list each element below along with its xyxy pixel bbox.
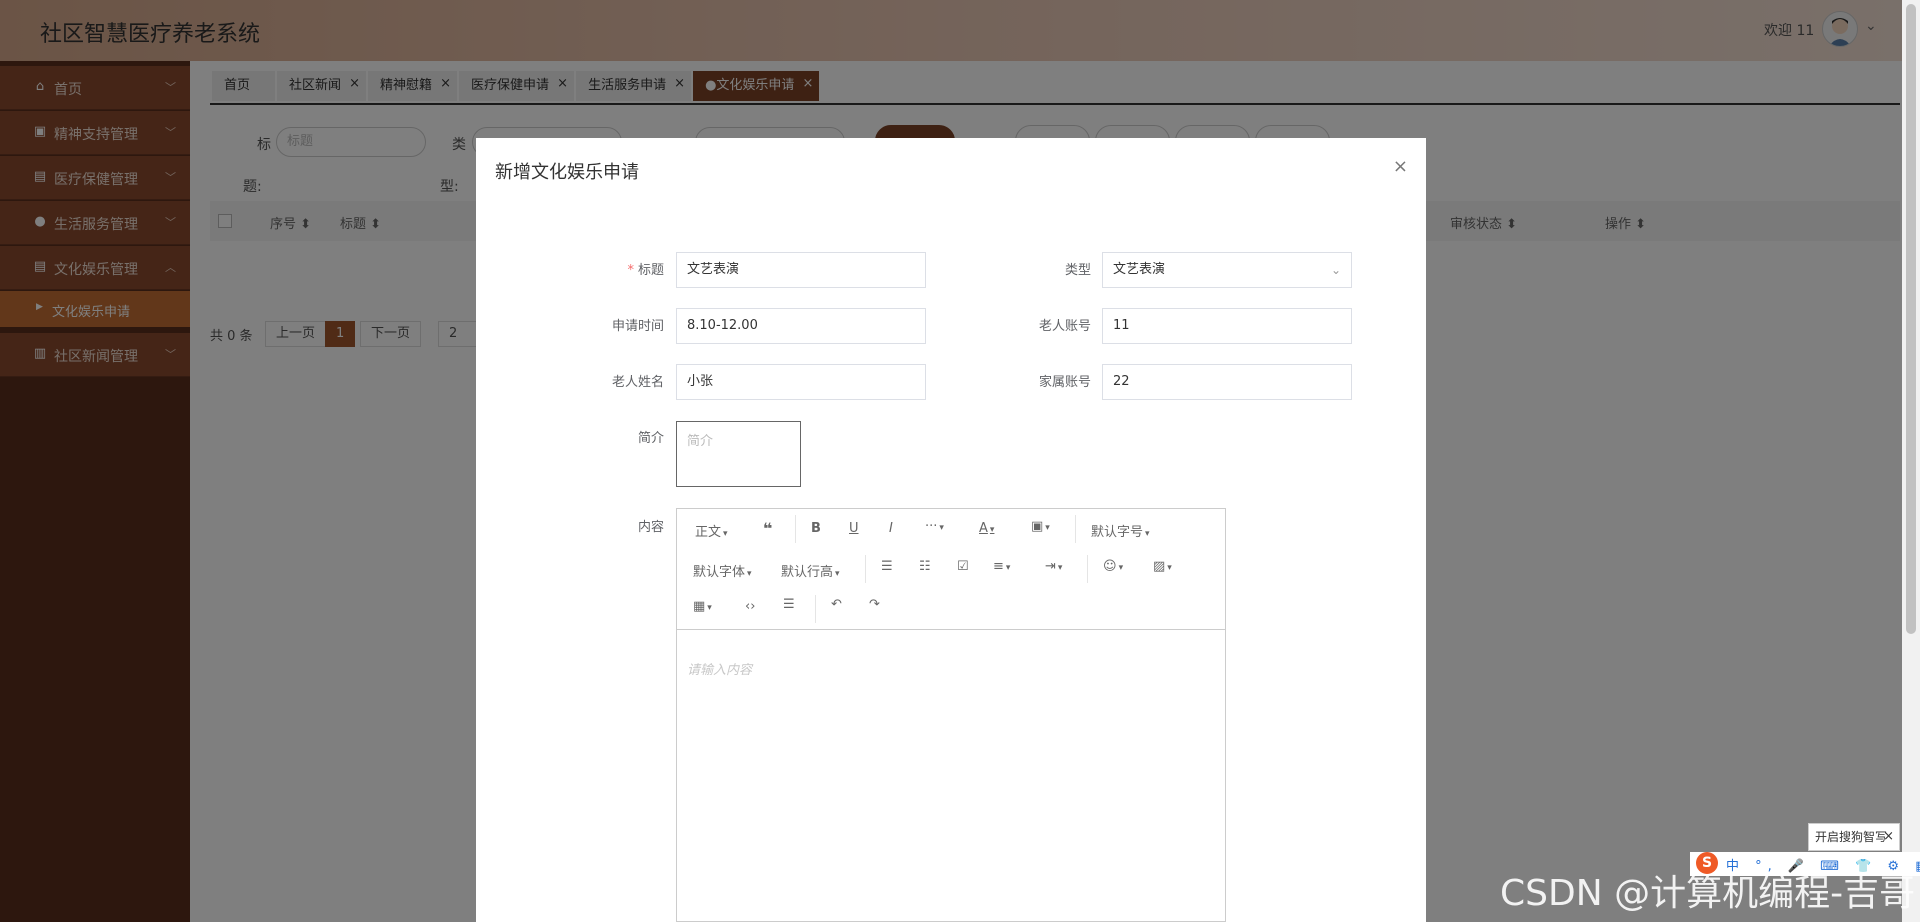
quote-icon[interactable]: ❝ <box>763 519 772 538</box>
content-field-label: 内容 <box>637 520 664 535</box>
type-field-label: 类型 <box>1064 263 1091 278</box>
italic-icon[interactable]: I <box>889 521 893 536</box>
image-icon[interactable]: ▨ ▾ <box>1153 559 1172 574</box>
family-account-label: 家属账号 <box>1038 375 1091 390</box>
toolbar-divider <box>815 595 816 623</box>
bullet-list-icon[interactable]: ☰ <box>881 559 893 574</box>
font-size-label: 默认字号 <box>1091 525 1144 540</box>
ime-tooltip[interactable]: 开启搜狗智写 × <box>1808 823 1900 851</box>
scrollbar[interactable] <box>1902 0 1920 922</box>
toolbar-divider <box>1087 555 1088 583</box>
rich-text-editor[interactable]: 正文 ▾ ❝ B U I ··· ▾ A ▾ ▣ ▾ 默认字号 ▾ 默认字体 ▾ 默认行高 ▾… <box>676 508 1226 922</box>
elder-account-value: 11 <box>1113 318 1130 333</box>
paragraph-label: 正文 <box>695 525 722 540</box>
line-height-dropdown[interactable]: 默认行高 ▾ <box>781 561 840 580</box>
table-icon[interactable]: ▦ ▾ <box>693 599 712 614</box>
bold-icon[interactable]: B <box>811 521 821 536</box>
font-family-label: 默认字体 <box>693 565 746 580</box>
caret-down-icon: ▾ <box>1145 529 1150 539</box>
close-icon[interactable]: × <box>1393 156 1408 177</box>
scrollbar-thumb[interactable] <box>1906 4 1916 634</box>
family-account-input[interactable]: 22 <box>1102 364 1352 400</box>
font-size-dropdown[interactable]: 默认字号 ▾ <box>1091 521 1150 540</box>
toolbar-divider <box>865 555 866 583</box>
align-icon[interactable]: ≡ ▾ <box>993 559 1010 574</box>
time-field-label: 申请时间 <box>611 319 664 334</box>
divider-line-icon[interactable]: ☰ <box>783 597 795 612</box>
ime-tip-text: 开启搜狗智写 <box>1815 830 1888 844</box>
intro-field-label: 简介 <box>637 431 664 446</box>
toolbar-divider <box>795 515 796 543</box>
required-mark: * <box>627 263 634 278</box>
editor-toolbar: 正文 ▾ ❝ B U I ··· ▾ A ▾ ▣ ▾ 默认字号 ▾ 默认字体 ▾ 默认行高 ▾… <box>677 509 1225 630</box>
intro-placeholder: 简介 <box>687 434 714 449</box>
time-input[interactable]: 8.10-12.00 <box>676 308 926 344</box>
elder-account-label: 老人账号 <box>1038 319 1091 334</box>
line-height-label: 默认行高 <box>781 565 834 580</box>
font-color-icon[interactable]: A ▾ <box>979 521 994 536</box>
redo-icon[interactable]: ↷ <box>869 597 880 612</box>
toolbar-divider <box>1075 515 1076 543</box>
type-select-value: 文艺表演 <box>1113 262 1166 277</box>
elder-name-label: 老人姓名 <box>611 375 664 390</box>
underline-icon[interactable]: U <box>849 521 859 536</box>
title-label-text: 标题 <box>637 263 664 278</box>
chevron-down-icon: ⌄ <box>1330 263 1341 277</box>
caret-down-icon: ▾ <box>723 529 728 539</box>
caret-down-icon: ▾ <box>835 569 840 579</box>
checklist-icon[interactable]: ☑ <box>957 559 969 574</box>
type-select[interactable]: 文艺表演 ⌄ <box>1102 252 1352 288</box>
undo-icon[interactable]: ↶ <box>831 597 842 612</box>
background-color-icon[interactable]: ▣ ▾ <box>1031 519 1050 534</box>
dialog-title: 新增文化娱乐申请 <box>495 162 639 183</box>
emoji-icon[interactable]: ☺ ▾ <box>1103 559 1123 574</box>
close-icon[interactable]: × <box>1883 824 1894 850</box>
title-input[interactable]: 文艺表演 <box>676 252 926 288</box>
elder-name-value: 小张 <box>687 374 714 389</box>
code-icon[interactable]: ‹› <box>745 599 755 614</box>
content-placeholder: 请输入内容 <box>687 663 753 678</box>
watermark: CSDN @计算机编程-吉哥 <box>1500 873 1916 914</box>
more-icon[interactable]: ··· ▾ <box>925 519 944 534</box>
time-input-value: 8.10-12.00 <box>687 318 758 333</box>
numbered-list-icon[interactable]: ☷ <box>919 559 931 574</box>
title-input-value: 文艺表演 <box>687 262 740 277</box>
elder-name-input[interactable]: 小张 <box>676 364 926 400</box>
paragraph-dropdown[interactable]: 正文 ▾ <box>695 521 728 540</box>
intro-textarea[interactable]: 简介 <box>676 421 801 487</box>
family-account-value: 22 <box>1113 374 1130 389</box>
indent-icon[interactable]: ⇥ ▾ <box>1045 559 1062 574</box>
caret-down-icon: ▾ <box>747 569 752 579</box>
title-field-label: * 标题 <box>574 259 664 278</box>
add-culture-dialog: 新增文化娱乐申请 × * 标题 文艺表演 类型 文艺表演 ⌄ 申请时间 8.10-1… <box>476 138 1426 922</box>
font-family-dropdown[interactable]: 默认字体 ▾ <box>693 561 752 580</box>
elder-account-input[interactable]: 11 <box>1102 308 1352 344</box>
